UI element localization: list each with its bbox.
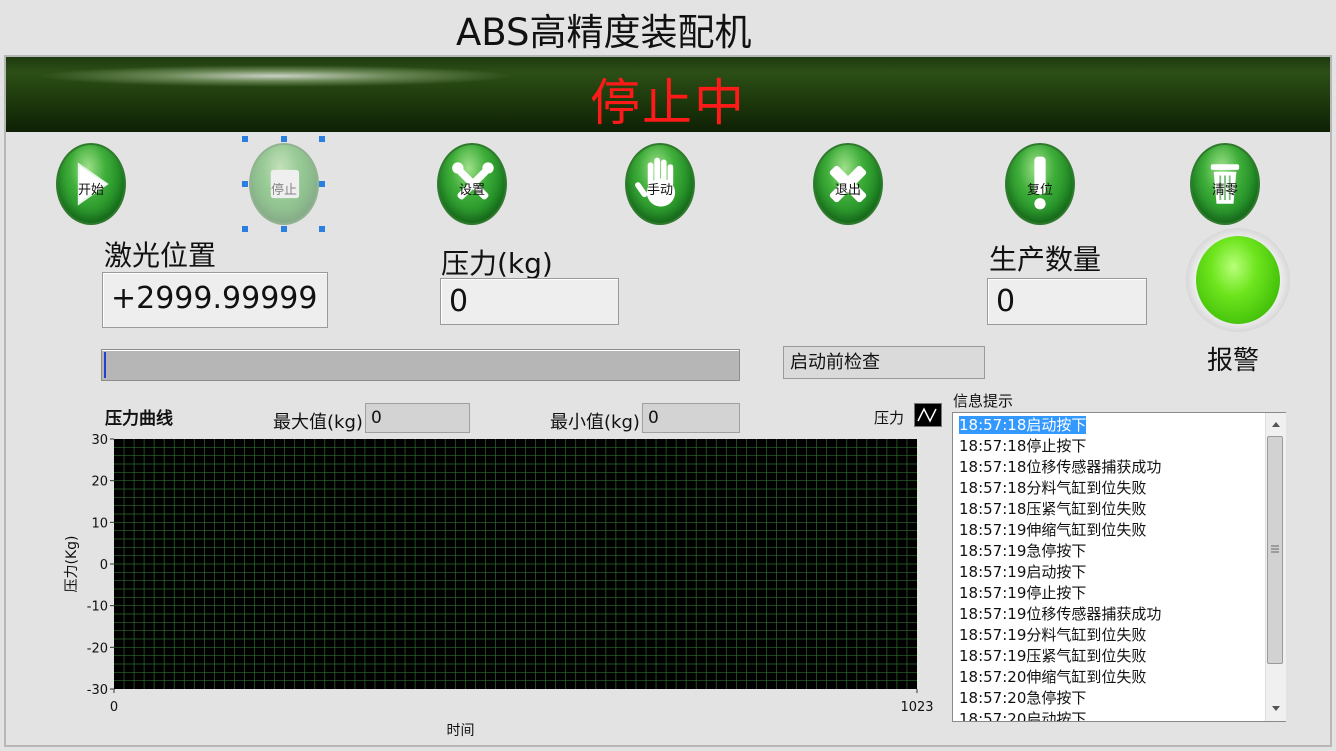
waveform-icon [917, 407, 937, 423]
y-tick-label: 20 [91, 475, 108, 490]
legend-plot-icon[interactable] [914, 403, 942, 427]
progress-bar [101, 349, 740, 381]
log-entry-text: 18:57:19急停按下 [959, 542, 1087, 560]
pressure-label: 压力(kg) [441, 247, 553, 280]
log-entry[interactable]: 18:57:18启动按下 [959, 415, 1087, 435]
alarm-led [1196, 236, 1280, 324]
pressure-chart: 3020100-10-20-300 1023时间压力(Kg) [64, 433, 934, 739]
production-count-label: 生产数量 [989, 243, 1102, 276]
log-entry-text: 18:57:18停止按下 [959, 437, 1087, 455]
laser-position-label: 激光位置 [104, 239, 217, 272]
log-entry-text: 18:57:19位移传感器捕获成功 [959, 605, 1162, 623]
grip-icon [1271, 545, 1279, 553]
y-axis-label: 压力(Kg) [64, 536, 80, 593]
info-panel-title: 信息提示 [953, 392, 1014, 410]
log-entry-text: 18:57:18分料气缸到位失败 [959, 479, 1147, 497]
log-entry[interactable]: 18:57:20启动按下 [959, 709, 1087, 722]
log-entry-text: 18:57:19停止按下 [959, 584, 1087, 602]
exit-button-label: 退出 [834, 183, 861, 198]
scrollbar-thumb[interactable] [1267, 436, 1283, 664]
pressure-value: 0 [440, 278, 619, 325]
clear-button[interactable]: 清零 [1190, 143, 1260, 225]
y-tick-label: 30 [91, 433, 108, 448]
log-entry-text: 18:57:18位移传感器捕获成功 [959, 458, 1162, 476]
laser-position-value: +2999.99999 [102, 272, 328, 328]
y-tick-label: 0 [100, 558, 108, 573]
log-entry-text: 18:57:19分料气缸到位失败 [959, 626, 1147, 644]
status-text: 停止中 [590, 74, 746, 132]
selection-handle [319, 181, 325, 187]
log-entry[interactable]: 18:57:19伸缩气缸到位失败 [959, 520, 1146, 540]
log-entry-text: 18:57:19压紧气缸到位失败 [959, 647, 1147, 665]
scroll-up-icon[interactable] [1272, 422, 1280, 427]
clear-button-label: 清零 [1211, 183, 1238, 198]
log-entry[interactable]: 18:57:19位移传感器捕获成功 [959, 604, 1161, 624]
settings-button-label: 设置 [458, 183, 485, 198]
y-tick-label: 10 [91, 516, 108, 531]
alarm-label: 报警 [1207, 346, 1260, 376]
y-tick-label: -20 [87, 641, 108, 656]
log-entry[interactable]: 18:57:18分料气缸到位失败 [959, 478, 1146, 498]
status-banner: 停止中 [6, 57, 1330, 132]
log-entry[interactable]: 18:57:19分料气缸到位失败 [959, 625, 1146, 645]
y-tick-label: -30 [87, 683, 108, 698]
log-entry-text: 18:57:20启动按下 [959, 710, 1087, 722]
reset-button-label: 复位 [1026, 183, 1053, 198]
max-value-field: 0 [365, 403, 470, 433]
production-count-value: 0 [987, 278, 1147, 325]
log-entry[interactable]: 18:57:18位移传感器捕获成功 [959, 457, 1161, 477]
stop-button-label: 停止 [270, 183, 297, 198]
reset-button[interactable]: 复位 [1005, 143, 1075, 225]
log-entry-text: 18:57:19启动按下 [959, 563, 1087, 581]
selection-handle [242, 136, 248, 142]
selection-handle [319, 136, 325, 142]
app-title: ABS高精度装配机 [456, 11, 752, 54]
log-entry-text: 18:57:19伸缩气缸到位失败 [959, 521, 1147, 539]
log-entry[interactable]: 18:57:19急停按下 [959, 541, 1086, 561]
log-entry[interactable]: 18:57:20急停按下 [959, 688, 1086, 708]
min-value-field: 0 [642, 403, 740, 433]
log-entry[interactable]: 18:57:20伸缩气缸到位失败 [959, 667, 1146, 687]
log-entry-text: 18:57:18压紧气缸到位失败 [959, 500, 1147, 518]
start-button-label: 开始 [77, 183, 104, 198]
log-entry[interactable]: 18:57:19压紧气缸到位失败 [959, 646, 1146, 666]
selection-handle [242, 226, 248, 232]
manual-button-label: 手动 [646, 183, 673, 198]
settings-button[interactable]: 设置 [437, 143, 507, 225]
selection-handle [281, 226, 287, 232]
precheck-status: 启动前检查 [783, 346, 985, 379]
log-entry-text: 18:57:20急停按下 [959, 689, 1087, 707]
selection-handle [242, 181, 248, 187]
chart-title: 压力曲线 [105, 409, 173, 429]
scroll-down-icon[interactable] [1272, 706, 1280, 711]
progress-fill [104, 352, 106, 378]
log-entry[interactable]: 18:57:18压紧气缸到位失败 [959, 499, 1146, 519]
manual-button[interactable]: 手动 [625, 143, 695, 225]
y-tick-label: -10 [87, 600, 108, 615]
log-entry[interactable]: 18:57:19停止按下 [959, 583, 1086, 603]
exit-button[interactable]: 退出 [813, 143, 883, 225]
start-button[interactable]: 开始 [56, 143, 126, 225]
info-log-list[interactable]: 18:57:18启动按下 18:57:18停止按下 18:57:18位移传感器捕获成… [952, 412, 1286, 722]
selection-handle [281, 136, 287, 142]
log-entry-text: 18:57:20伸缩气缸到位失败 [959, 668, 1147, 686]
log-entry-text: 18:57:18启动按下 [959, 416, 1087, 434]
x-tick-label: 1023 [900, 700, 933, 715]
x-axis-label: 时间 [447, 723, 475, 739]
log-entry[interactable]: 18:57:18停止按下 [959, 436, 1086, 456]
log-entry[interactable]: 18:57:19启动按下 [959, 562, 1086, 582]
legend-series-name: 压力 [874, 409, 905, 427]
x-tick-label: 0 [110, 700, 118, 715]
selection-handle [319, 226, 325, 232]
stop-button[interactable]: 停止 [249, 143, 319, 225]
